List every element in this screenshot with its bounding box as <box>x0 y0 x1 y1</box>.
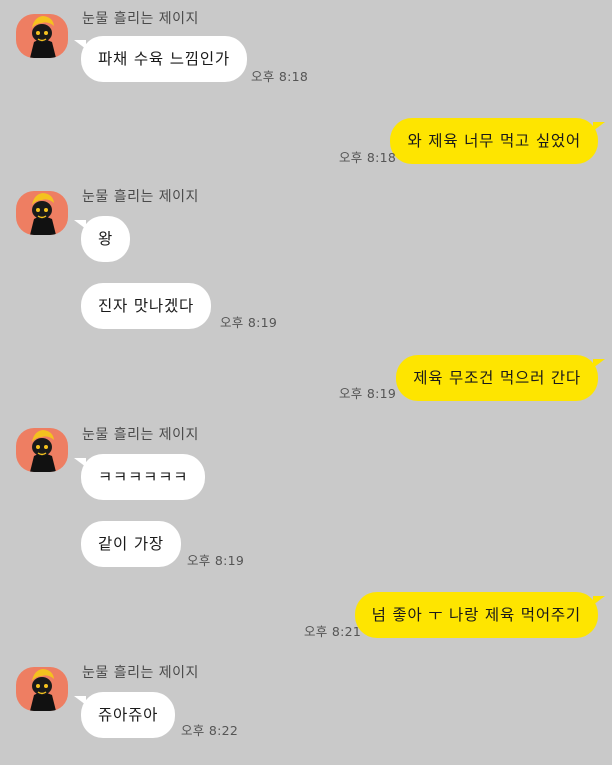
sender-avatar[interactable] <box>16 667 68 711</box>
sender-avatar-image <box>30 430 56 472</box>
message-bubble-incoming[interactable]: ㅋㅋㅋㅋㅋㅋ <box>73 454 206 500</box>
message-bubble-incoming[interactable]: 쥬아쥬아 <box>73 692 176 738</box>
sender-avatar[interactable] <box>16 191 68 235</box>
message-bubble-incoming[interactable]: 진자 맛나겠다 <box>81 283 212 329</box>
sender-name: 눈물 흘리는 제이지 <box>82 427 199 443</box>
sender-avatar-image <box>30 193 56 235</box>
sender-avatar-image <box>30 16 56 58</box>
message-bubble-outgoing[interactable]: 제육 무조건 먹으러 간다 <box>396 355 605 401</box>
sender-name: 눈물 흘리는 제이지 <box>82 11 199 27</box>
message-bubble-outgoing[interactable]: 와 제육 너무 먹고 싶었어 <box>390 118 605 164</box>
sender-name: 눈물 흘리는 제이지 <box>82 189 199 205</box>
message-time: 오후 8:21 <box>304 624 362 639</box>
sender-avatar-image <box>30 669 56 711</box>
sender-name: 눈물 흘리는 제이지 <box>82 665 199 681</box>
message-time: 오후 8:19 <box>220 315 278 330</box>
message-time: 오후 8:19 <box>187 553 245 568</box>
message-bubble-incoming[interactable]: 같이 가장 <box>81 521 181 567</box>
sender-avatar[interactable] <box>16 428 68 472</box>
message-time: 오후 8:18 <box>339 150 397 165</box>
message-bubble-outgoing[interactable]: 넘 좋아 ㅜ 나랑 제육 먹어주기 <box>354 592 606 638</box>
message-time: 오후 8:18 <box>251 69 309 84</box>
message-time: 오후 8:22 <box>181 723 239 738</box>
message-bubble-incoming[interactable]: 왕 <box>73 216 131 262</box>
message-time: 오후 8:19 <box>339 386 397 401</box>
message-bubble-incoming[interactable]: 파채 수육 느낌인가 <box>74 36 247 82</box>
sender-avatar[interactable] <box>16 14 68 58</box>
